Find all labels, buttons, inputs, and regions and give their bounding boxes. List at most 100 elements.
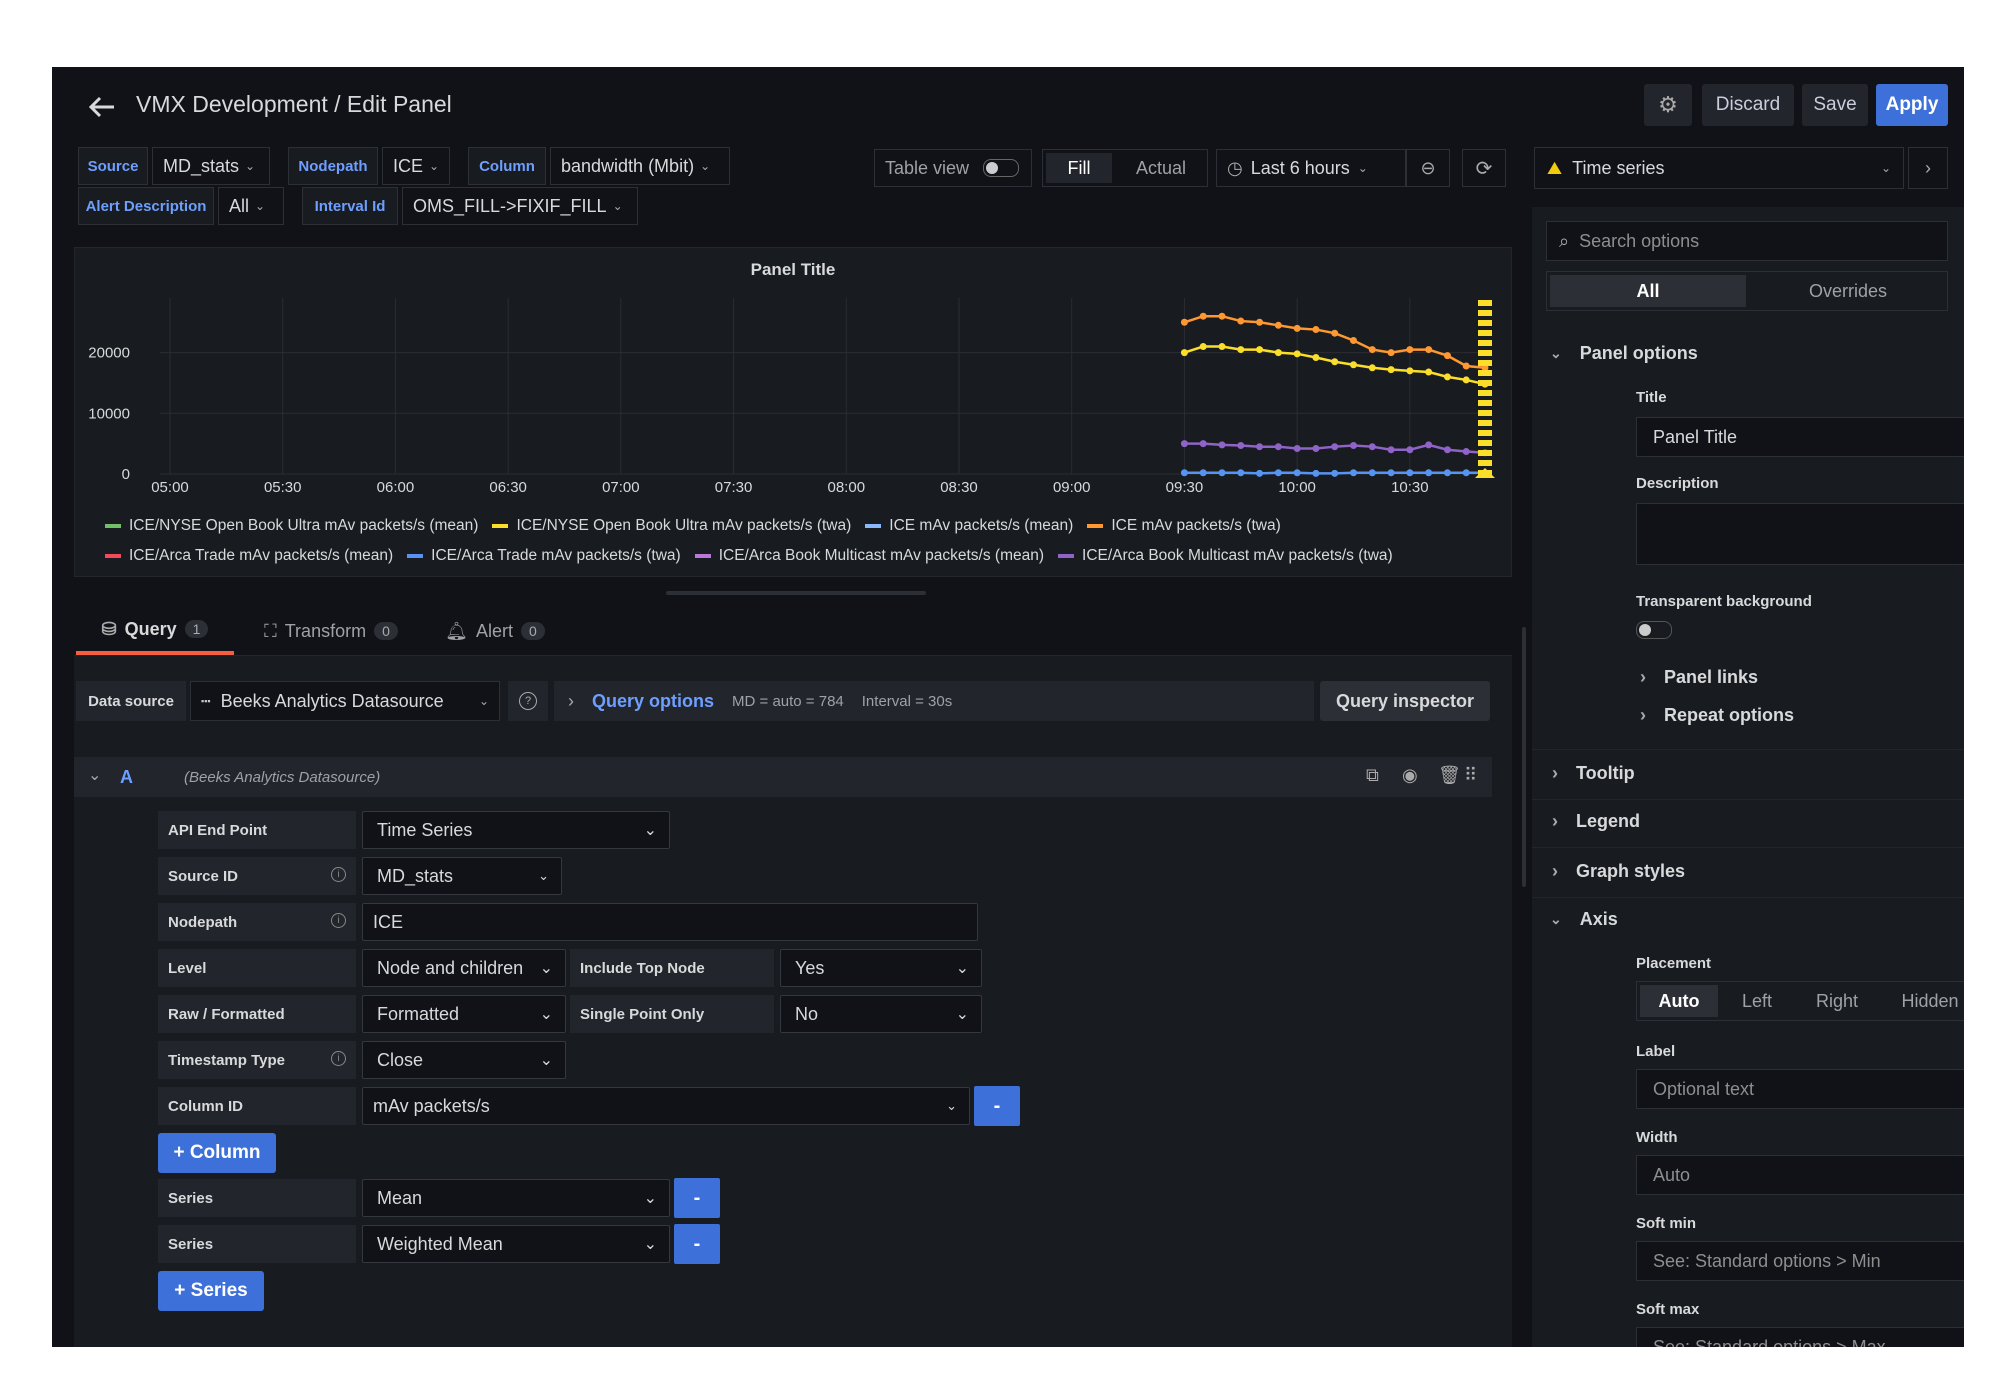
transparent-background-toggle[interactable]: [1636, 621, 1672, 639]
chevron-right-icon: ›: [1552, 763, 1558, 783]
query-options-bar[interactable]: › Query options MD = auto = 784 Interval…: [554, 681, 1314, 721]
add-series-button[interactable]: + Series: [158, 1271, 264, 1311]
series-point-7: [1199, 440, 1207, 448]
legend-item-5[interactable]: ICE/Arca Trade mAv packets/s (twa): [407, 542, 681, 570]
hide-query-eye-icon[interactable]: ◉: [1402, 765, 1418, 786]
legend-item-0[interactable]: ICE/NYSE Open Book Ultra mAv packets/s (…: [105, 512, 478, 540]
time-range-picker[interactable]: ◷ Last 6 hours ⌄: [1216, 149, 1406, 187]
panel-links-section[interactable]: › Panel links: [1640, 667, 1758, 688]
table-view-label: Table view: [885, 157, 970, 178]
legend-label: ICE/Arca Book Multicast mAv packets/s (m…: [718, 547, 1045, 564]
series-1-select[interactable]: Mean ⌄: [362, 1179, 670, 1217]
remove-series-2-button[interactable]: -: [674, 1224, 720, 1264]
refresh-button[interactable]: ⟳: [1462, 149, 1506, 187]
panel-links-label: Panel links: [1664, 667, 1759, 687]
include-top-node-select[interactable]: Yes ⌄: [780, 949, 982, 987]
legend-item-2[interactable]: ICE mAv packets/s (mean): [865, 512, 1073, 540]
query-inspector-button[interactable]: Query inspector: [1320, 681, 1490, 721]
collapse-options-button[interactable]: ›: [1908, 147, 1948, 189]
placement-right[interactable]: Right: [1796, 991, 1878, 1012]
collapse-query-chevron-icon[interactable]: ⌄: [88, 765, 101, 785]
description-textarea[interactable]: [1636, 503, 1964, 565]
annotation-marker: [1478, 360, 1492, 366]
x-tick-label: 10:30: [1391, 479, 1429, 496]
var-source-select[interactable]: MD_stats ⌄: [152, 147, 270, 185]
query-options-link[interactable]: Query options: [592, 691, 714, 712]
tab-query[interactable]: ⛁ Query 1: [76, 607, 234, 655]
fill-button[interactable]: Fill: [1046, 153, 1112, 183]
var-alert-description-select[interactable]: All ⌄: [218, 187, 284, 225]
legend-section[interactable]: › Legend: [1552, 811, 1640, 832]
series-point-5: [1443, 469, 1451, 477]
back-arrow-icon[interactable]: [84, 89, 120, 125]
visualization-picker[interactable]: ⛰ Time series ⌄: [1534, 147, 1904, 189]
actual-button[interactable]: Actual: [1115, 150, 1207, 186]
width-input[interactable]: Auto: [1636, 1155, 1964, 1195]
api-end-point-select[interactable]: Time Series ⌄: [362, 811, 670, 849]
tab-alert[interactable]: 🔔︎ Alert 0: [430, 607, 560, 655]
delete-query-trash-icon[interactable]: 🗑︎: [1438, 765, 1461, 786]
duplicate-query-icon[interactable]: ⧉: [1366, 765, 1379, 786]
series-point-5: [1199, 469, 1207, 477]
discard-button[interactable]: Discard: [1702, 84, 1794, 126]
panel-options-section[interactable]: ⌄ Panel options: [1550, 343, 1698, 364]
series-2-select[interactable]: Weighted Mean ⌄: [362, 1225, 670, 1263]
series-point-1: [1218, 343, 1226, 351]
placement-auto[interactable]: Auto: [1640, 985, 1718, 1017]
series-point-7: [1237, 441, 1245, 449]
save-button[interactable]: Save: [1802, 84, 1868, 126]
legend-item-3[interactable]: ICE mAv packets/s (twa): [1087, 512, 1281, 540]
query-ref-id[interactable]: A: [120, 767, 133, 788]
panel-resize-handle[interactable]: [666, 591, 926, 595]
var-interval-id-select[interactable]: OMS_FILL->FIXIF_FILL ⌄: [402, 187, 638, 225]
title-input[interactable]: Panel Title: [1636, 417, 1964, 457]
legend-item-1[interactable]: ICE/NYSE Open Book Ultra mAv packets/s (…: [492, 512, 851, 540]
search-options-input[interactable]: ⌕ Search options: [1546, 221, 1948, 261]
legend-label: ICE mAv packets/s (mean): [889, 517, 1074, 534]
timestamp-type-select[interactable]: Close ⌄: [362, 1041, 566, 1079]
axis-section[interactable]: ⌄ Axis: [1550, 909, 1618, 930]
var-nodepath-select[interactable]: ICE ⌄: [382, 147, 450, 185]
zoom-out-button[interactable]: ⊖: [1406, 149, 1450, 187]
tab-transform[interactable]: ⛶ Transform 0: [248, 607, 414, 655]
legend-item-6[interactable]: ICE/Arca Book Multicast mAv packets/s (m…: [694, 542, 1045, 570]
settings-button[interactable]: ⚙: [1644, 84, 1692, 126]
series-2-label: Series: [158, 1225, 356, 1263]
max-data-points: MD = auto = 784: [732, 692, 844, 710]
remove-series-1-button[interactable]: -: [674, 1178, 720, 1218]
soft-min-input[interactable]: See: Standard options > Min: [1636, 1241, 1964, 1281]
table-view-toggle[interactable]: Table view: [874, 149, 1032, 187]
time-series-chart[interactable]: 05:00 05:30 06:00 06:30 07:00 07:30 08:00 08:30…: [75, 288, 1513, 538]
repeat-options-section[interactable]: › Repeat options: [1640, 705, 1794, 726]
column-id-select[interactable]: mAv packets/s ⌄: [362, 1087, 970, 1125]
graph-styles-section[interactable]: › Graph styles: [1552, 861, 1685, 882]
legend-label: ICE/Arca Book Multicast mAv packets/s (t…: [1082, 547, 1393, 564]
apply-button[interactable]: Apply: [1876, 84, 1948, 126]
series-point-3: [1331, 329, 1339, 337]
tab-alert-label: Alert: [476, 620, 514, 641]
var-column-select[interactable]: bandwidth (Mbit) ⌄: [550, 147, 730, 185]
tab-overrides[interactable]: Overrides: [1749, 272, 1947, 310]
drag-handle-icon[interactable]: ⠿: [1464, 765, 1477, 786]
legend-item-4[interactable]: ICE/Arca Trade mAv packets/s (mean): [105, 542, 393, 570]
x-tick-label: 08:00: [828, 479, 866, 496]
data-source-help-button[interactable]: ?: [508, 681, 548, 721]
axis-label-input[interactable]: Optional text: [1636, 1069, 1964, 1109]
single-point-only-select[interactable]: No ⌄: [780, 995, 982, 1033]
placement-hidden[interactable]: Hidden: [1882, 991, 1964, 1012]
source-id-select[interactable]: MD_stats ⌄: [362, 857, 562, 895]
toggle-switch[interactable]: [983, 159, 1020, 177]
soft-max-input[interactable]: See: Standard options > Max: [1636, 1327, 1964, 1347]
nodepath-input[interactable]: ICE: [362, 903, 978, 941]
splitter-handle[interactable]: [1522, 627, 1526, 887]
data-source-select[interactable]: ▪▪▪ Beeks Analytics Datasource ⌄: [190, 681, 500, 721]
tab-all[interactable]: All: [1550, 275, 1746, 307]
raw-formatted-select[interactable]: Formatted ⌄: [362, 995, 566, 1033]
remove-column-button[interactable]: -: [974, 1086, 1020, 1126]
tooltip-section[interactable]: › Tooltip: [1552, 763, 1635, 784]
legend-item-7[interactable]: ICE/Arca Book Multicast mAv packets/s (t…: [1058, 542, 1393, 570]
level-select[interactable]: Node and children ⌄: [362, 949, 566, 987]
add-column-button[interactable]: + Column: [158, 1133, 276, 1173]
placement-left[interactable]: Left: [1722, 991, 1792, 1012]
tab-alert-count: 0: [521, 622, 545, 640]
